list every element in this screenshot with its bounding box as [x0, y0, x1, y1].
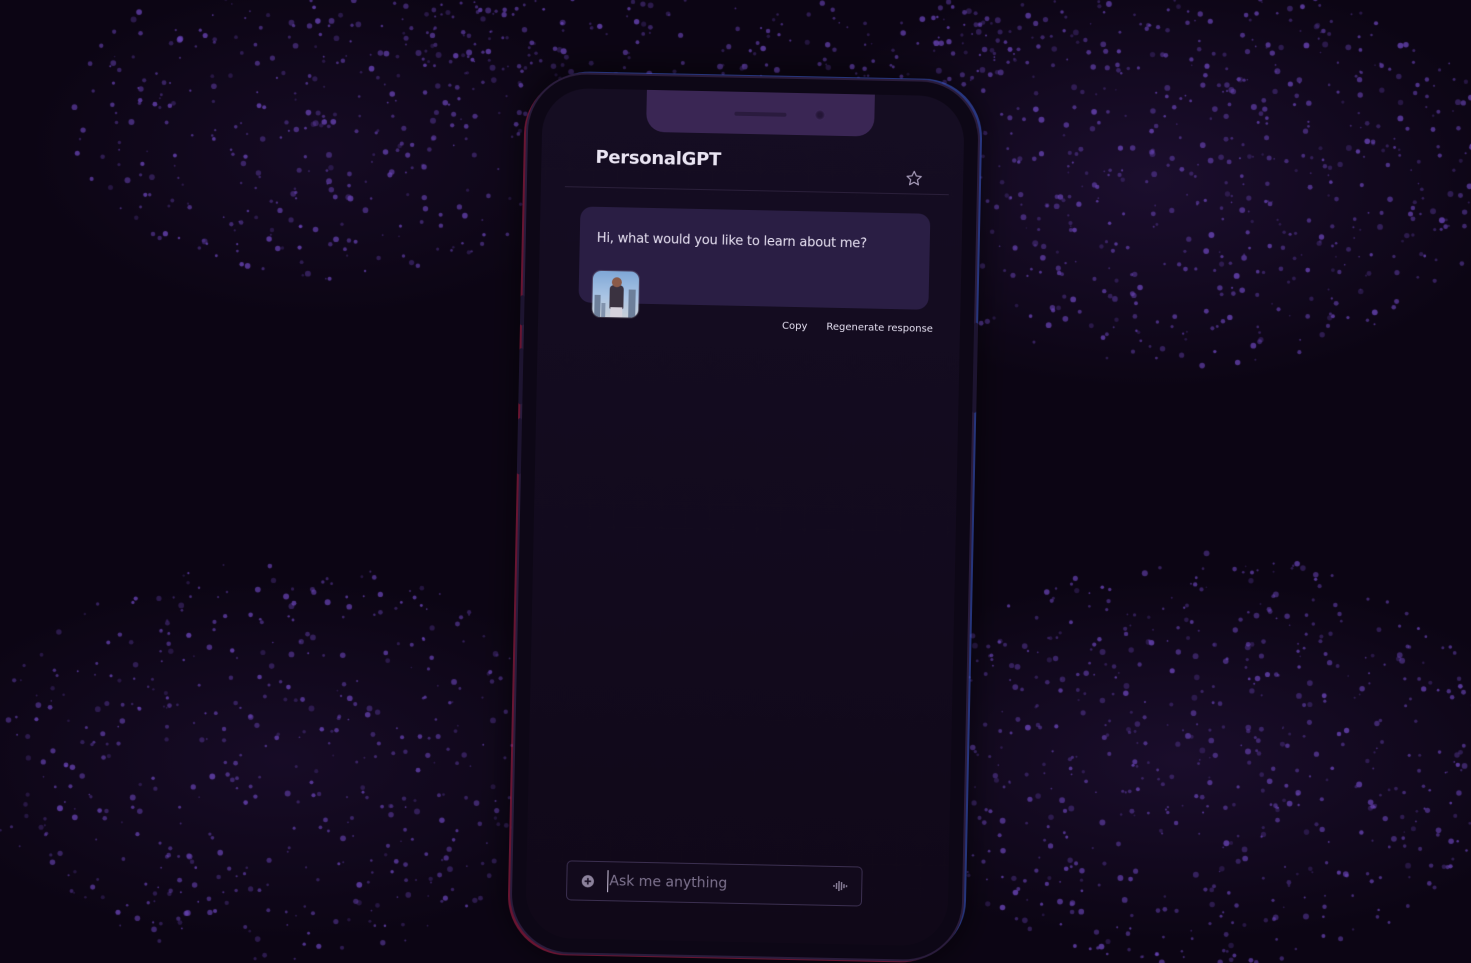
- phone-screen: PersonalGPT Hi, what would you like to l…: [525, 87, 965, 947]
- volume-up-button: [518, 348, 524, 405]
- message-actions: Copy Regenerate response: [782, 321, 933, 335]
- avatar: [592, 270, 640, 318]
- message-input[interactable]: [607, 870, 810, 897]
- plus-circle-icon[interactable]: [581, 875, 594, 888]
- volume-down-button: [516, 418, 523, 475]
- mute-switch: [519, 295, 525, 326]
- composer: [565, 860, 863, 907]
- app-title: PersonalGPT: [595, 146, 722, 171]
- regenerate-response-button[interactable]: Regenerate response: [826, 322, 933, 335]
- notch: [646, 89, 875, 137]
- header-divider: [564, 186, 949, 196]
- assistant-message-text: Hi, what would you like to learn about m…: [596, 230, 867, 252]
- earpiece-speaker: [734, 111, 787, 117]
- front-camera: [814, 109, 826, 121]
- star-icon[interactable]: [905, 169, 923, 187]
- phone-mockup: PersonalGPT Hi, what would you like to l…: [510, 73, 980, 961]
- voice-waveform-icon[interactable]: [833, 880, 848, 892]
- scene-background: PersonalGPT Hi, what would you like to l…: [0, 0, 1471, 963]
- copy-button[interactable]: Copy: [782, 321, 808, 333]
